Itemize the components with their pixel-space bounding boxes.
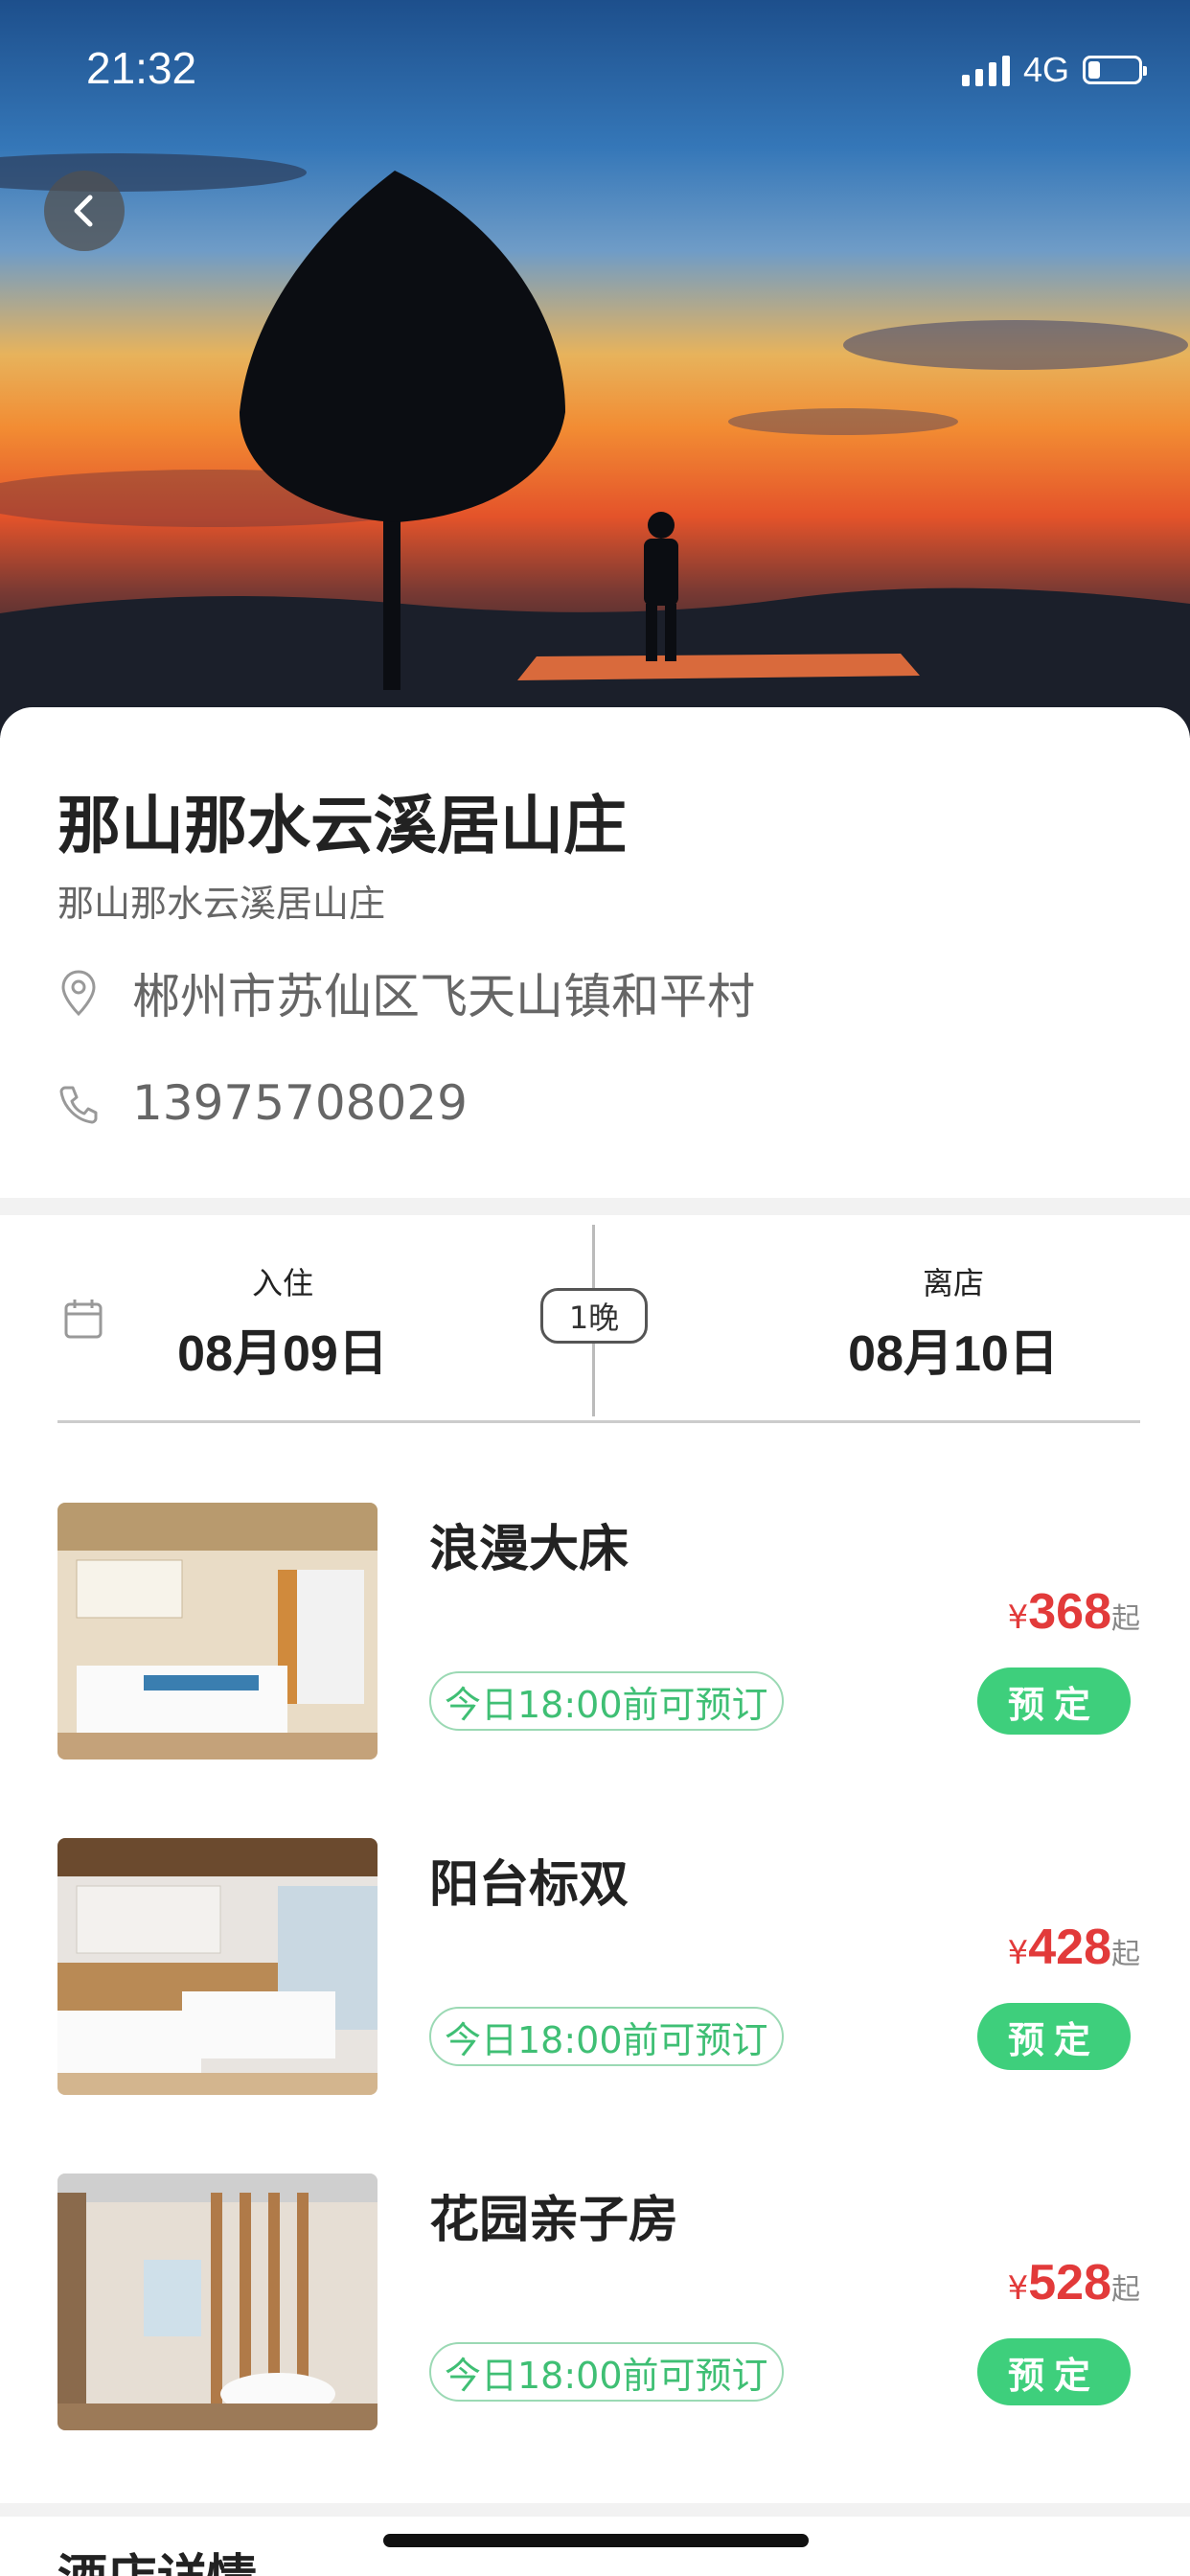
room-name: 阳台标双 bbox=[429, 1856, 629, 1914]
hero-image bbox=[0, 0, 1190, 738]
date-selector[interactable]: 入住 08月09日 1晚 离店 08月10日 bbox=[57, 1215, 1140, 1423]
checkin-label: 入住 bbox=[251, 1265, 313, 1301]
price-suffix: 起 bbox=[1111, 2273, 1140, 2307]
checkin-date[interactable]: 入住 08月09日 bbox=[172, 1259, 393, 1385]
room-name: 浪漫大床 bbox=[429, 1521, 629, 1578]
hotel-name: 那山那水云溪居山庄 bbox=[57, 789, 627, 862]
booking-deadline-tag: 今日18:00前可预订 bbox=[429, 1671, 784, 1731]
room-item[interactable]: 阳台标双 今日18:00前可预订 ¥428起 预定 bbox=[57, 1838, 1140, 2097]
checkin-value: 08月09日 bbox=[177, 1326, 388, 1382]
hotel-info-card: 那山那水云溪居山庄 那山那水云溪居山庄 郴州市苏仙区飞天山镇和平村 139757… bbox=[0, 707, 1190, 1198]
book-button[interactable]: 预定 bbox=[977, 2003, 1131, 2070]
home-indicator[interactable] bbox=[383, 2534, 809, 2547]
room-photo bbox=[57, 2174, 378, 2430]
section-title: 酒店详情 bbox=[57, 2538, 257, 2576]
book-button[interactable]: 预定 bbox=[977, 1668, 1131, 1735]
room-name: 花园亲子房 bbox=[429, 2192, 679, 2249]
phone-row[interactable]: 13975708029 bbox=[57, 1075, 468, 1131]
chevron-left-icon bbox=[74, 195, 93, 227]
price-value: 528 bbox=[1028, 2255, 1111, 2311]
signal-icon bbox=[961, 54, 1010, 86]
phone-text: 13975708029 bbox=[132, 1075, 468, 1131]
network-label: 4G bbox=[1022, 50, 1069, 89]
status-indicators: 4G bbox=[961, 50, 1147, 90]
phone-icon bbox=[59, 1086, 98, 1124]
room-price: ¥368起 bbox=[1008, 1583, 1140, 1641]
battery-icon bbox=[1083, 56, 1147, 84]
hotel-subname: 那山那水云溪居山庄 bbox=[57, 883, 386, 925]
price-value: 368 bbox=[1028, 1584, 1111, 1640]
nights-badge: 1晚 bbox=[540, 1288, 648, 1344]
address-text: 郴州市苏仙区飞天山镇和平村 bbox=[132, 969, 755, 1024]
checkout-label: 离店 bbox=[922, 1265, 984, 1301]
price-value: 428 bbox=[1028, 1920, 1111, 1975]
room-price: ¥528起 bbox=[1008, 2254, 1140, 2312]
room-item[interactable]: 花园亲子房 今日18:00前可预订 ¥528起 预定 bbox=[57, 2174, 1140, 2432]
price-suffix: 起 bbox=[1111, 1938, 1140, 1971]
rooms-panel: 入住 08月09日 1晚 离店 08月10日 浪漫大床 今日18:00前可预订 bbox=[0, 1215, 1190, 2503]
currency-symbol: ¥ bbox=[1007, 1934, 1029, 1972]
room-item[interactable]: 浪漫大床 今日18:00前可预订 ¥368起 预定 bbox=[57, 1503, 1140, 1761]
room-photo bbox=[57, 1838, 378, 2095]
hero-scenery bbox=[0, 153, 1190, 738]
price-suffix: 起 bbox=[1111, 1602, 1140, 1636]
book-button[interactable]: 预定 bbox=[977, 2338, 1131, 2405]
currency-symbol: ¥ bbox=[1007, 2269, 1029, 2308]
booking-deadline-tag: 今日18:00前可预订 bbox=[429, 2007, 784, 2066]
back-button[interactable] bbox=[44, 171, 125, 251]
status-time: 21:32 bbox=[86, 43, 197, 93]
booking-deadline-tag: 今日18:00前可预订 bbox=[429, 2342, 784, 2402]
location-pin-icon bbox=[61, 970, 96, 1017]
currency-symbol: ¥ bbox=[1007, 1598, 1029, 1637]
checkout-value: 08月10日 bbox=[848, 1326, 1059, 1382]
room-price: ¥428起 bbox=[1008, 1919, 1140, 1976]
address-row[interactable]: 郴州市苏仙区飞天山镇和平村 bbox=[57, 958, 755, 1027]
room-photo bbox=[57, 1503, 378, 1760]
calendar-icon bbox=[64, 1300, 103, 1339]
checkout-date[interactable]: 离店 08月10日 bbox=[786, 1259, 1121, 1385]
